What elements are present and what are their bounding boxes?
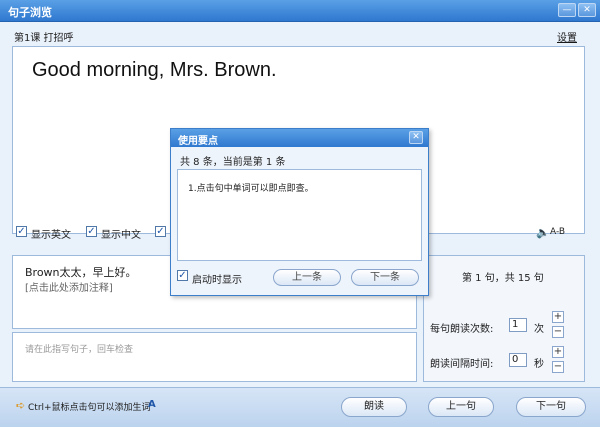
repeat-increase-button[interactable]: +	[552, 311, 564, 323]
ab-repeat-button[interactable]: A-B	[550, 227, 565, 237]
interval-unit: 秒	[534, 359, 544, 370]
font-a-icon: A	[148, 399, 156, 410]
add-note-link[interactable]: [点击此处添加注释]	[25, 279, 113, 294]
chinese-sentence: Brown太太，早上好。	[25, 266, 137, 279]
show-english-label: 显示英文	[31, 230, 71, 241]
read-button[interactable]: 朗读	[341, 397, 407, 417]
tip-counter: 共 8 条，当前是第 1 条	[180, 157, 286, 168]
show-english-checkbox[interactable]: ✓	[16, 226, 27, 237]
dialog-title-bar: 使用要点 ✕	[171, 129, 428, 147]
repeat-count-label: 每句朗读次数:	[430, 324, 494, 335]
usage-tips-dialog: 使用要点 ✕ 共 8 条，当前是第 1 条 1.点击句中单词可以即点即查。 ✓ …	[170, 128, 429, 296]
speaker-icon[interactable]: 🔈	[536, 226, 550, 239]
dialog-title: 使用要点	[178, 136, 218, 147]
dictation-input[interactable]: 请在此指写句子，回车检查	[12, 332, 417, 382]
interval-input[interactable]: 0	[509, 353, 527, 367]
close-button[interactable]: ✕	[578, 3, 596, 17]
repeat-decrease-button[interactable]: −	[552, 326, 564, 338]
tip-content-box: 1.点击句中单词可以即点即查。	[177, 169, 422, 261]
window-title: 句子浏览	[8, 6, 52, 19]
show-on-startup-checkbox[interactable]: ✓	[177, 270, 188, 281]
arrow-icon: ➪	[16, 399, 26, 412]
interval-increase-button[interactable]: +	[552, 346, 564, 358]
minimize-button[interactable]: —	[558, 3, 576, 17]
status-bar: ➪ Ctrl+鼠标点击句可以添加生词 A 朗读 上一句 下一句	[0, 387, 600, 427]
show-chinese-checkbox[interactable]: ✓	[86, 226, 97, 237]
show-on-startup-label: 启动时显示	[192, 275, 242, 286]
repeat-count-unit: 次	[534, 324, 544, 335]
dictation-placeholder: 请在此指写句子，回车检查	[25, 345, 134, 355]
english-sentence[interactable]: Good morning, Mrs. Brown.	[32, 59, 277, 82]
status-tip: Ctrl+鼠标点击句可以添加生词	[28, 403, 151, 413]
interval-decrease-button[interactable]: −	[552, 361, 564, 373]
next-sentence-button[interactable]: 下一句	[516, 397, 586, 417]
next-tip-button[interactable]: 下一条	[351, 269, 419, 286]
interval-label: 朗读间隔时间:	[430, 359, 494, 370]
sentence-counter: 第 1 句，共 15 句	[462, 273, 544, 284]
previous-sentence-button[interactable]: 上一句	[428, 397, 494, 417]
repeat-count-input[interactable]: 1	[509, 318, 527, 332]
show-chinese-label: 显示中文	[101, 230, 141, 241]
lesson-title: 第1课 打招呼	[14, 33, 74, 44]
tip-text: 1.点击句中单词可以即点即查。	[188, 184, 314, 194]
settings-link[interactable]: 设置	[557, 29, 577, 44]
playback-settings-panel: 第 1 句，共 15 句 每句朗读次数: 1 次 + − 朗读间隔时间: 0 秒…	[423, 255, 585, 382]
title-bar: 句子浏览 — ✕	[0, 0, 600, 22]
third-option-checkbox[interactable]: ✓	[155, 226, 166, 237]
previous-tip-button[interactable]: 上一条	[273, 269, 341, 286]
dialog-close-button[interactable]: ✕	[409, 131, 423, 144]
